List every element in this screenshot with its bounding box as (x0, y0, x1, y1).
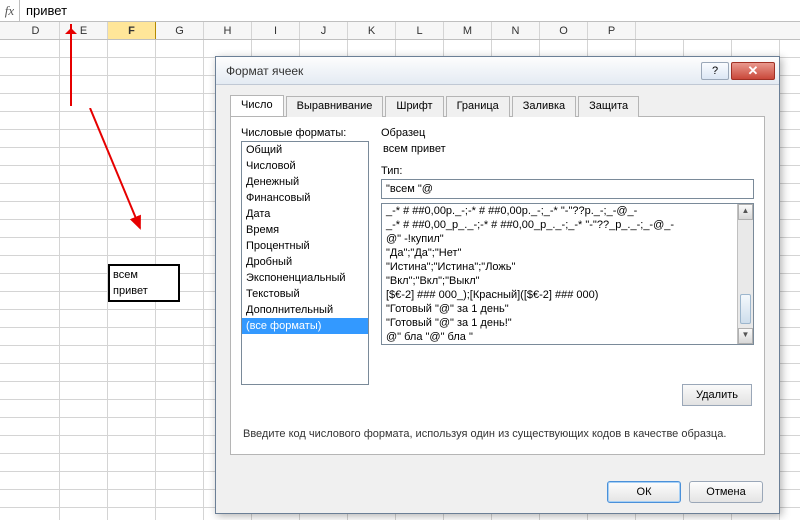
fx-icon[interactable]: fx (0, 0, 20, 21)
type-input[interactable] (381, 179, 754, 199)
column-header[interactable]: N (492, 22, 540, 39)
list-item[interactable]: Денежный (242, 174, 368, 190)
list-item[interactable]: Числовой (242, 158, 368, 174)
column-header[interactable]: F (108, 22, 156, 39)
type-label: Тип: (381, 165, 754, 177)
formula-bar: fx привет (0, 0, 800, 22)
sample-label: Образец (381, 127, 754, 139)
list-item[interactable]: Дата (242, 206, 368, 222)
list-item[interactable]: (все форматы) (242, 318, 368, 334)
list-item[interactable]: Процентный (242, 238, 368, 254)
list-item[interactable]: Время (242, 222, 368, 238)
tab-выравнивание[interactable]: Выравнивание (286, 96, 384, 117)
help-button[interactable]: ? (701, 62, 729, 80)
list-item[interactable]: "Вкл";"Вкл";"Выкл" (382, 274, 753, 288)
active-cell[interactable]: всем привет (108, 264, 180, 302)
list-item[interactable]: Дополнительный (242, 302, 368, 318)
list-item[interactable]: @" -!купил" (382, 232, 753, 246)
scroll-down-icon[interactable]: ▼ (738, 328, 753, 344)
list-item[interactable]: @" бла "@" бла " (382, 330, 753, 344)
list-item[interactable]: Финансовый (242, 190, 368, 206)
scroll-thumb[interactable] (740, 294, 751, 324)
scrollbar[interactable]: ▲ ▼ (737, 204, 753, 344)
format-cells-dialog: Формат ячеек ? ✕ ЧислоВыравниваниеШрифтГ… (215, 56, 780, 514)
list-item[interactable]: Общий (242, 142, 368, 158)
column-headers: DEFGHIJKLMNOP (0, 22, 800, 40)
column-header[interactable]: L (396, 22, 444, 39)
tab-заливка[interactable]: Заливка (512, 96, 576, 117)
dialog-title: Формат ячеек (226, 64, 699, 78)
dialog-tabs: ЧислоВыравниваниеШрифтГраницаЗаливкаЗащи… (230, 95, 765, 117)
tab-шрифт[interactable]: Шрифт (385, 96, 443, 117)
ok-button[interactable]: ОК (607, 481, 681, 503)
column-header[interactable]: K (348, 22, 396, 39)
number-pane: Числовые форматы: ОбщийЧисловойДенежныйФ… (230, 117, 765, 455)
column-header[interactable]: M (444, 22, 492, 39)
annotation-arrow (80, 108, 200, 238)
hint-text: Введите код числового формата, используя… (243, 428, 752, 440)
column-header[interactable]: D (12, 22, 60, 39)
list-item[interactable]: "всем "@ (382, 344, 753, 345)
delete-button[interactable]: Удалить (682, 384, 752, 406)
list-item[interactable]: "Готовый "@" за 1 день" (382, 302, 753, 316)
close-button[interactable]: ✕ (731, 62, 775, 80)
tab-граница[interactable]: Граница (446, 96, 510, 117)
dialog-footer: ОК Отмена (607, 481, 763, 503)
category-listbox[interactable]: ОбщийЧисловойДенежныйФинансовыйДатаВремя… (241, 141, 369, 385)
category-label: Числовые форматы: (241, 127, 369, 139)
list-item[interactable]: "Да";"Да";"Нет" (382, 246, 753, 260)
list-item[interactable]: "Готовый "@" за 1 день!" (382, 316, 753, 330)
annotation-arrow (70, 24, 72, 106)
list-item[interactable]: Экспоненциальный (242, 270, 368, 286)
list-item[interactable]: Текстовый (242, 286, 368, 302)
scroll-up-icon[interactable]: ▲ (738, 204, 753, 220)
column-header[interactable]: H (204, 22, 252, 39)
column-header[interactable]: P (588, 22, 636, 39)
list-item[interactable]: "Истина";"Истина";"Ложь" (382, 260, 753, 274)
list-item[interactable]: [$€-2] ### 000_);[Красный]([$€-2] ### 00… (382, 288, 753, 302)
column-header[interactable]: J (300, 22, 348, 39)
format-listbox[interactable]: _-* # ##0,00р._-;-* # ##0,00р._-;_-* "-"… (381, 203, 754, 345)
tab-число[interactable]: Число (230, 95, 284, 116)
sample-value: всем привет (381, 141, 754, 165)
cancel-button[interactable]: Отмена (689, 481, 763, 503)
list-item[interactable]: Дробный (242, 254, 368, 270)
formula-input[interactable]: привет (20, 0, 800, 22)
column-header[interactable]: G (156, 22, 204, 39)
list-item[interactable]: _-* # ##0,00р._-;-* # ##0,00р._-;_-* "-"… (382, 204, 753, 218)
tab-защита[interactable]: Защита (578, 96, 639, 117)
column-header[interactable]: I (252, 22, 300, 39)
list-item[interactable]: _-* # ##0,00_р_._-;-* # ##0,00_р_._-;_-*… (382, 218, 753, 232)
column-header[interactable]: O (540, 22, 588, 39)
dialog-titlebar[interactable]: Формат ячеек ? ✕ (216, 57, 779, 85)
